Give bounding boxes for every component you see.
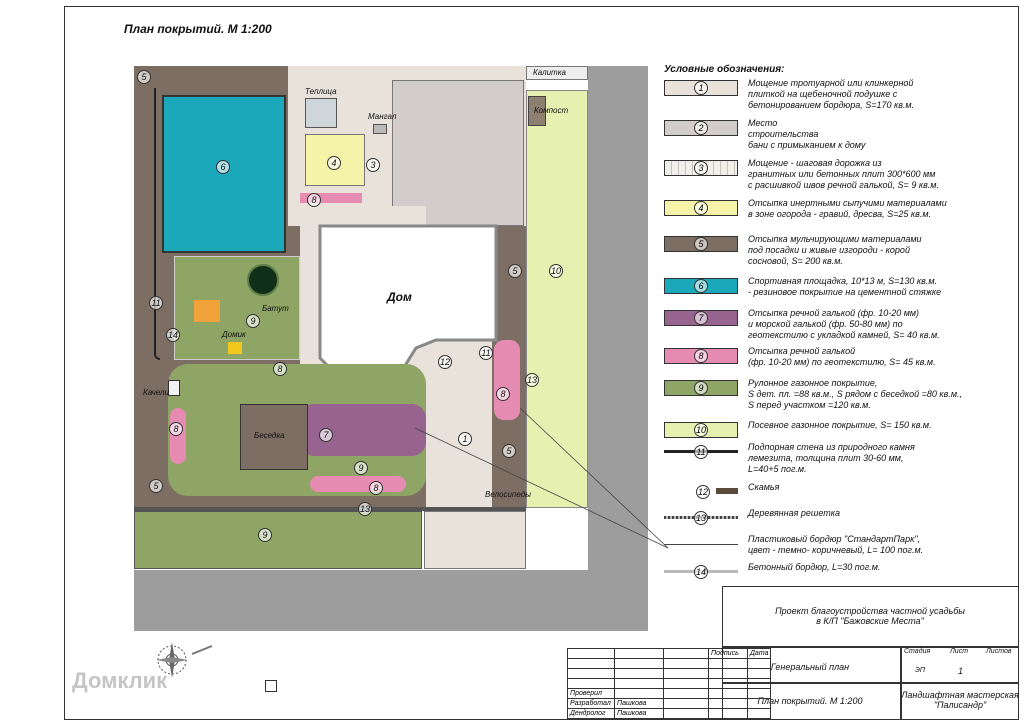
marker-10: 10 <box>549 264 563 278</box>
legend-number: 10 <box>694 423 708 437</box>
legend-title: Условные обозначения: <box>664 64 785 75</box>
watermark: Домклик <box>72 668 168 693</box>
marker-5c: 5 <box>502 444 516 458</box>
marker-8a: 8 <box>307 193 321 207</box>
sign-header: Подпись <box>708 648 748 659</box>
studio-name: Ландшафтная мастерская "Палисандр" <box>901 690 1019 710</box>
legend-text: Спортивная площадка, 10*13 м, S=130 кв.м… <box>748 276 942 297</box>
legend-text: Отсыпка речной галькой (фр. 10-20 мм) и … <box>748 308 940 340</box>
marker-8c: 8 <box>496 387 510 401</box>
marker-13a: 13 <box>525 373 539 387</box>
col-sheets: Листов <box>986 648 1012 655</box>
marker-8e: 8 <box>369 481 383 495</box>
legend-number: 9 <box>694 381 708 395</box>
marker-14: 14 <box>166 328 180 342</box>
legend-number: 5 <box>694 237 708 251</box>
legend-number: 11 <box>694 445 708 459</box>
marker-11b: 11 <box>479 346 493 360</box>
marker-9c: 9 <box>258 528 272 542</box>
marker-4: 4 <box>327 156 341 170</box>
legend-number: 3 <box>694 161 708 175</box>
col-stage: Стадия <box>904 648 931 655</box>
marker-9b: 9 <box>354 461 368 475</box>
legend-text: Мощение тротуарной или клинкерной плитко… <box>748 78 915 110</box>
role-1: Разработал <box>567 698 615 709</box>
legend-text: Отсыпка инертными сыпучими материалами в… <box>748 198 947 219</box>
sheet-value: 1 <box>958 666 964 676</box>
legend-text: Отсыпка мульчирующими материалами под по… <box>748 234 922 266</box>
marker-9a: 9 <box>246 314 260 328</box>
legend-number: 14 <box>694 565 708 579</box>
role-2: Дендролог <box>567 708 615 719</box>
marker-5b: 5 <box>508 264 522 278</box>
legend-text: Бетонный бордюр, L=30 пог.м. <box>748 562 881 572</box>
marker-1: 1 <box>458 432 472 446</box>
signature-table: Подпись Дата Проверил Разработал Пашкова Д… <box>567 648 772 719</box>
bench-symbol <box>716 488 738 494</box>
legend-text: Место строительства бани с примыканием к… <box>748 118 866 150</box>
marker-12: 12 <box>438 355 452 369</box>
name-1: Пашкова <box>614 698 664 709</box>
marker-7: 7 <box>319 428 333 442</box>
name-2: Пашкова <box>614 708 664 719</box>
marker-5: 5 <box>137 70 151 84</box>
small-square <box>265 680 277 692</box>
legend-text: Пластиковый бордюр "СтандартПарк", цвет … <box>748 534 924 555</box>
legend-text: Посевное газонное покрытие, S= 150 кв.м. <box>748 420 932 430</box>
stage-value: ЭП <box>915 667 925 674</box>
marker-3: 3 <box>366 158 380 172</box>
legend-text: Мощение - шаговая дорожка из гранитных и… <box>748 158 939 190</box>
marker-8b: 8 <box>273 362 287 376</box>
legend-text: Скамья <box>748 482 780 492</box>
legend-text: Деревянная решетка <box>748 508 841 518</box>
marker-6: 6 <box>216 160 230 174</box>
legend-number: 4 <box>694 201 708 215</box>
marker-13b: 13 <box>358 502 372 516</box>
col-sheet: Лист <box>950 648 969 655</box>
legend-number: 8 <box>694 349 708 363</box>
legend-number: 1 <box>694 81 708 95</box>
role-0: Проверил <box>567 688 615 699</box>
legend-number: 12 <box>696 485 710 499</box>
legend-number: 2 <box>694 121 708 135</box>
marker-8d: 8 <box>169 422 183 436</box>
plastic-border-symbol <box>664 544 738 545</box>
date-header: Дата <box>746 648 772 659</box>
legend-text: Отсыпка речной галькой (фр. 10-20 мм) по… <box>748 346 936 367</box>
legend-number: 7 <box>694 311 708 325</box>
marker-5d: 5 <box>149 479 163 493</box>
legend-text: Рулонное газонное покрытие, S дет. пл. =… <box>748 378 963 410</box>
legend-number: 6 <box>694 279 708 293</box>
project-name: Проект благоустройства частной усадьбы в… <box>775 606 965 626</box>
legend-text: Подпорная стена из природного камня леме… <box>748 442 915 474</box>
marker-11a: 11 <box>149 296 163 310</box>
name-0 <box>614 688 664 699</box>
legend-number: 13 <box>694 511 708 525</box>
